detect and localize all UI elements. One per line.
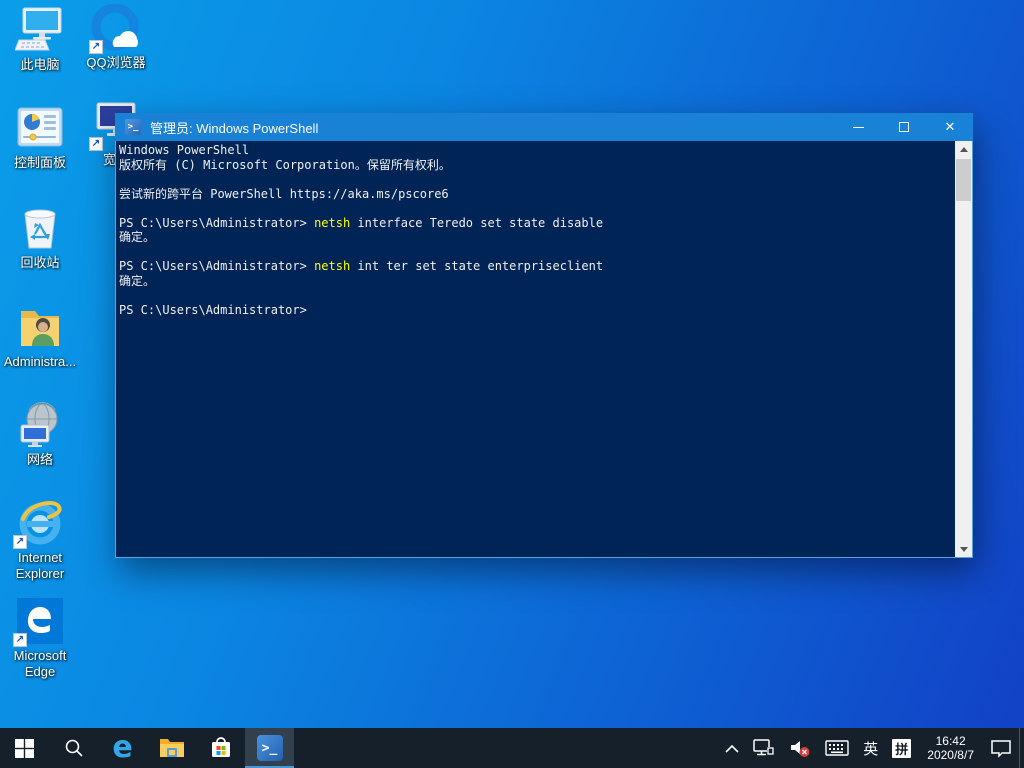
console-line: 确定。 [119,274,955,289]
network-icon [15,401,65,449]
scroll-up-button[interactable] [955,141,972,157]
console-line: PS C:\Users\Administrator> netsh int ter… [119,259,955,274]
console-line [119,201,955,216]
tray-volume-button[interactable] [782,728,818,768]
volume-muted-icon [789,739,811,758]
console-output[interactable]: Windows PowerShell版权所有 (C) Microsoft Cor… [116,141,955,557]
search-button[interactable] [49,728,98,768]
ime-pinyin-icon: 拼 [892,739,911,758]
tray-ime-language-button[interactable]: 英 [856,728,885,768]
action-center-icon [990,739,1012,758]
taskbar: e >_ [0,728,1024,768]
desktop-icon-internet-explorer[interactable]: ↗ Internet Explorer [1,499,79,582]
desktop-icon-qq-browser[interactable]: ↗ QQ浏览器 [77,4,155,71]
tray-show-hidden-icons[interactable] [718,728,746,768]
ime-language-label: 英 [863,738,878,759]
maximize-icon [899,122,909,132]
desktop-icon-label: Administra... [1,354,79,370]
tray-touch-keyboard-button[interactable] [818,728,856,768]
action-center-button[interactable] [983,728,1019,768]
close-icon: ✕ [945,121,956,134]
desktop-icon-this-pc[interactable]: 此电脑 [1,6,79,73]
console-line: PS C:\Users\Administrator> [119,303,955,318]
qq-browser-icon: ↗ [91,4,141,52]
windows-logo-icon [15,739,34,758]
console-line: PS C:\Users\Administrator> netsh interfa… [119,216,955,231]
console-line [119,288,955,303]
console-line: 确定。 [119,230,955,245]
desktop-icon-label: 此电脑 [1,57,79,73]
clock-date: 2020/8/7 [927,748,974,762]
desktop-icon-microsoft-edge[interactable]: ↗ Microsoft Edge [1,597,79,680]
desktop-icon-label: 回收站 [1,255,79,271]
shortcut-arrow-icon: ↗ [89,137,103,151]
minimize-button[interactable] [835,113,881,141]
edge-icon: e [112,733,132,763]
recycle-bin-icon [15,204,65,252]
powershell-window-icon: >_ [125,119,141,135]
console-line [119,245,955,260]
desktop-icon-recycle-bin[interactable]: 回收站 [1,204,79,271]
desktop-icon-user-folder[interactable]: Administra... [1,303,79,370]
console-line: 版权所有 (C) Microsoft Corporation。保留所有权利。 [119,158,955,173]
chevron-up-icon [725,744,739,753]
tray-network-button[interactable] [746,728,782,768]
internet-explorer-icon: ↗ [15,499,65,547]
file-explorer-icon [159,737,185,759]
scroll-down-button[interactable] [955,541,972,557]
scroll-up-icon [960,147,968,152]
store-icon [209,736,233,760]
taskbar-powershell-button[interactable]: >_ [245,728,294,768]
clock-time: 16:42 [936,734,966,748]
desktop-icon-control-panel[interactable]: 控制面板 [1,104,79,171]
control-panel-icon [15,104,65,152]
powershell-icon: >_ [257,735,283,761]
console-line: 尝试新的跨平台 PowerShell https://aka.ms/pscore… [119,187,955,202]
shortcut-arrow-icon: ↗ [13,633,27,647]
desktop-icon-network[interactable]: 网络 [1,401,79,468]
search-icon [64,738,84,758]
system-tray: 英 拼 16:42 2020/8/7 [718,728,1024,768]
scrollbar-thumb[interactable] [956,159,971,201]
shortcut-arrow-icon: ↗ [89,40,103,54]
this-pc-icon [15,6,65,54]
shortcut-arrow-icon: ↗ [13,535,27,549]
maximize-button[interactable] [881,113,927,141]
window-title: 管理员: Windows PowerShell [150,118,318,137]
show-desktop-button[interactable] [1019,728,1024,768]
taskbar-store-button[interactable] [196,728,245,768]
console-line: Windows PowerShell [119,143,955,158]
console-scrollbar[interactable] [955,141,972,557]
network-status-icon [753,739,775,757]
desktop-icon-label: Microsoft Edge [1,648,79,680]
console-line [119,172,955,187]
desktop-icon-label: 控制面板 [1,155,79,171]
desktop-icon-label: QQ浏览器 [77,55,155,71]
user-folder-icon [15,303,65,351]
tray-clock[interactable]: 16:42 2020/8/7 [918,728,983,768]
tray-ime-pinyin-button[interactable]: 拼 [885,728,918,768]
taskbar-file-explorer-button[interactable] [147,728,196,768]
start-button[interactable] [0,728,49,768]
minimize-icon [853,127,864,128]
touch-keyboard-icon [825,740,849,756]
microsoft-edge-icon: ↗ [15,597,65,645]
desktop-icon-label: 网络 [1,452,79,468]
close-button[interactable]: ✕ [927,113,973,141]
taskbar-edge-button[interactable]: e [98,728,147,768]
powershell-titlebar[interactable]: >_ 管理员: Windows PowerShell ✕ [115,113,973,141]
powershell-window: >_ 管理员: Windows PowerShell ✕ Windows Pow… [115,113,973,558]
desktop-icon-label: Internet Explorer [1,550,79,582]
scroll-down-icon [960,547,968,552]
